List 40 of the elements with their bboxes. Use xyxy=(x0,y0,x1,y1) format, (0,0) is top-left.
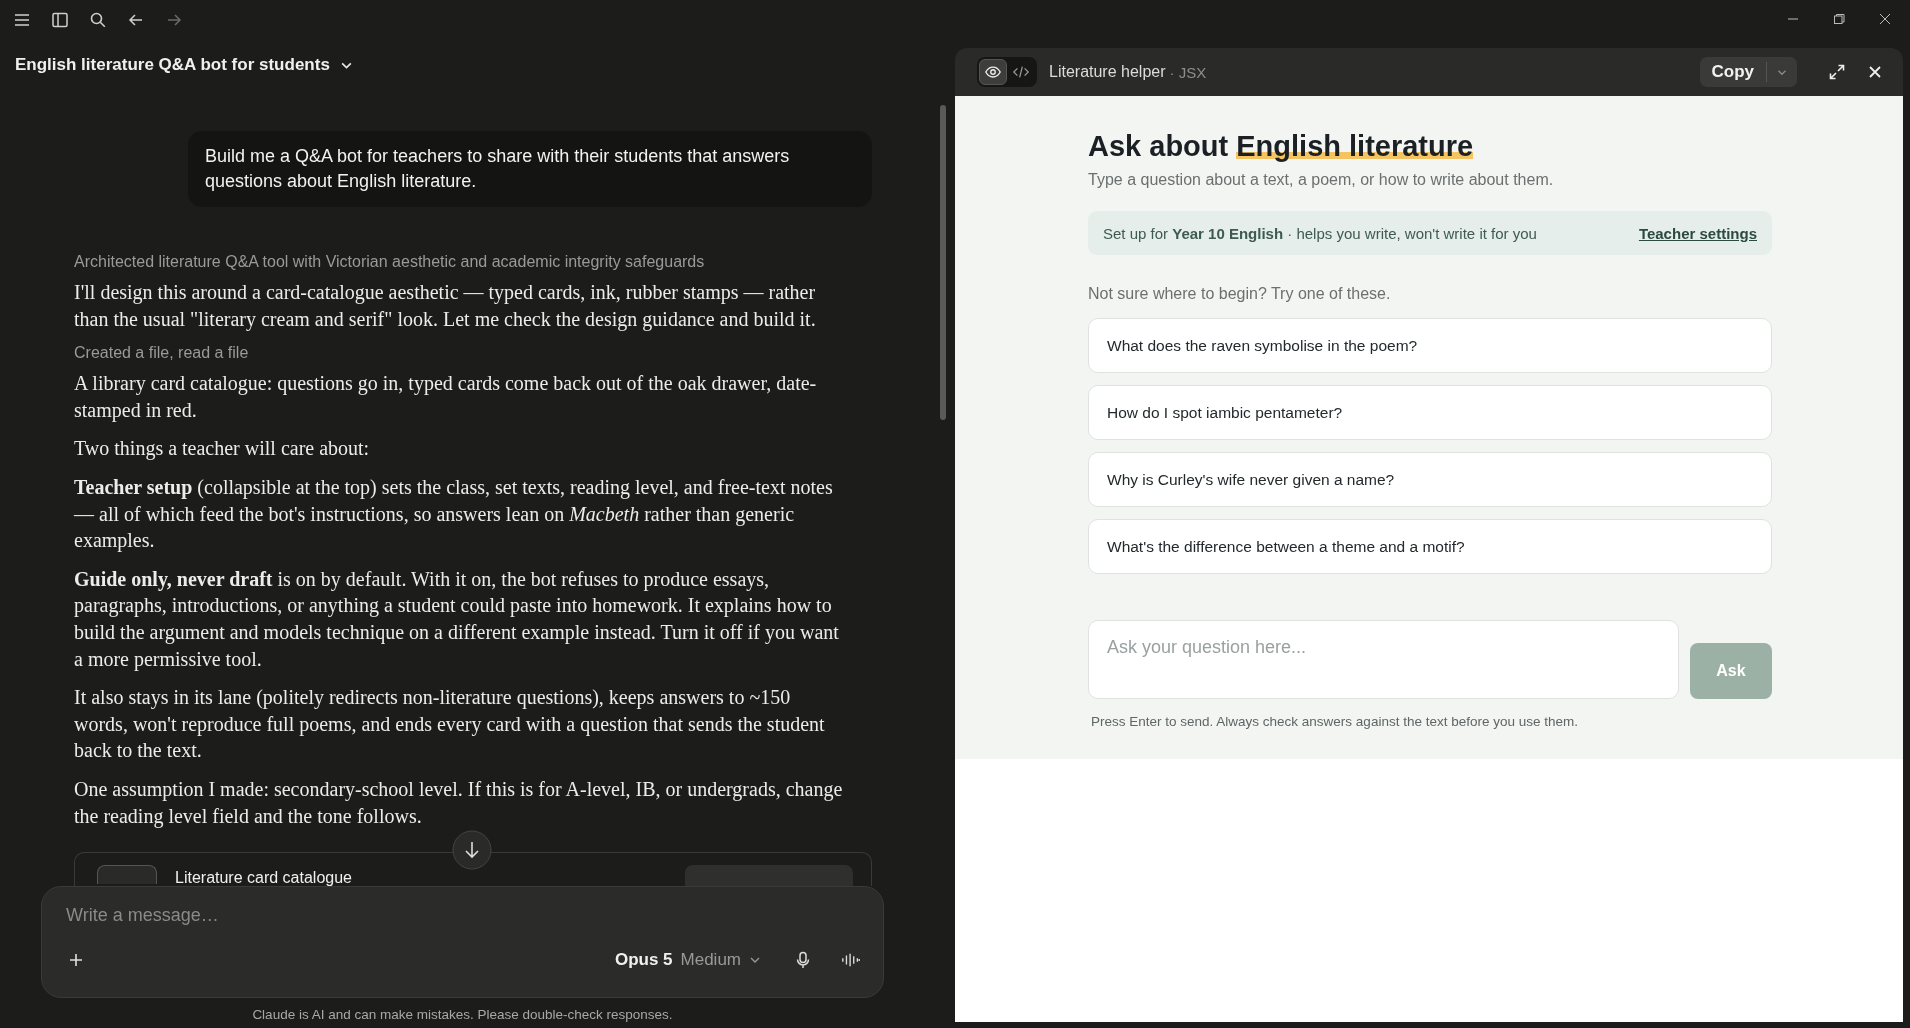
suggestion-button[interactable]: How do I spot iambic pentameter? xyxy=(1088,385,1772,440)
eye-icon[interactable] xyxy=(984,63,1002,81)
response-paragraph: Teacher setup (collapsible at the top) sets the class, set texts, reading level, and free-text notes — all of which feed the bot's instructions, so answers lean on Macbeth rather than generic examples. xyxy=(74,474,834,554)
sidebar-icon[interactable] xyxy=(50,10,70,30)
copy-button[interactable]: Copy xyxy=(1699,62,1767,82)
expand-icon[interactable] xyxy=(1827,62,1847,82)
artifact-thumbnail xyxy=(97,865,157,884)
response-paragraph: A library card catalogue: questions go in, typed cards come back out of the oak drawer, date-stamped in red. xyxy=(74,371,818,424)
activity-summary[interactable]: Architected literature Q&A tool with Victorian aesthetic and academic integrity safeguards xyxy=(74,253,872,271)
search-icon[interactable] xyxy=(88,10,108,30)
preview-tab[interactable] xyxy=(979,59,1007,85)
artifact-card-title: Literature card catalogue xyxy=(175,868,353,886)
suggestion-button[interactable]: What does the raven symbolise in the poem? xyxy=(1088,318,1772,373)
artifact-title: Literature helper xyxy=(1049,63,1166,81)
artifact-type: · JSX xyxy=(1169,63,1207,81)
message-composer[interactable]: Write a message… Opus 5 Medium xyxy=(41,886,884,998)
prompt-intro: Not sure where to begin? Try one of these. xyxy=(1088,285,1392,303)
model-name[interactable]: Opus 5 xyxy=(614,950,673,970)
effort-selector[interactable]: Medium xyxy=(680,950,741,970)
setup-note: Set up for Year 10 English · helps you write, won't write it for you xyxy=(1103,224,1537,242)
response-paragraph: It also stays in its lane (politely redirects non-literature questions), keeps answers to ~150 words, won't reproduce full poems, and ends every card with a question that sends the student back to the text. xyxy=(74,685,826,764)
suggestion-button[interactable]: What's the difference between a theme and a motif? xyxy=(1088,519,1772,574)
response-paragraph: I'll design this around a card-catalogue aesthetic — typed cards, ink, rubber stamps — rather than the usual "literary cream and serif" look. Let me check the design guidance and build it. xyxy=(74,280,817,333)
scroll-down-button[interactable] xyxy=(452,830,492,870)
message-input[interactable]: Write a message… xyxy=(66,901,861,930)
teacher-settings-link[interactable]: Teacher settings xyxy=(1638,224,1757,242)
response-paragraph: One assumption I made: secondary-school level. If this is for A-level, IB, or undergrads, change the reading level field and the tone follows. xyxy=(74,776,844,830)
activity-summary[interactable]: Created a file, read a file xyxy=(74,344,872,363)
question-input[interactable]: Ask your question here... xyxy=(1088,620,1679,699)
input-hint: Press Enter to send. Always check answers against the text before you use them. xyxy=(1091,714,1579,729)
close-icon[interactable] xyxy=(1879,13,1891,25)
conversation-title[interactable]: English literature Q&A bot for students xyxy=(15,55,330,75)
restore-icon[interactable] xyxy=(1833,13,1845,25)
scrollbar-thumb[interactable] xyxy=(940,105,946,420)
response-paragraph: Guide only, never draft is on by default. With it on, the bot refuses to produce essays, paragraphs, introductions, or anything a student could paste into homework. It explains how to build the argument and models technique on a different example instead. Turn it off if you want a more permissive tool. xyxy=(74,566,840,673)
suggestion-button[interactable]: Why is Curley's wife never given a name? xyxy=(1088,452,1772,507)
disclaimer-text: Claude is AI and can make mistakes. Please double-check responses. xyxy=(252,1007,673,1022)
user-message: Build me a Q&A bot for teachers to share with their students that answers questions about English literature. xyxy=(188,131,872,207)
response-paragraph: Two things a teacher will care about: xyxy=(74,436,371,462)
page-subtitle: Type a question about a text, a poem, or how to write about them. xyxy=(1088,171,1555,189)
